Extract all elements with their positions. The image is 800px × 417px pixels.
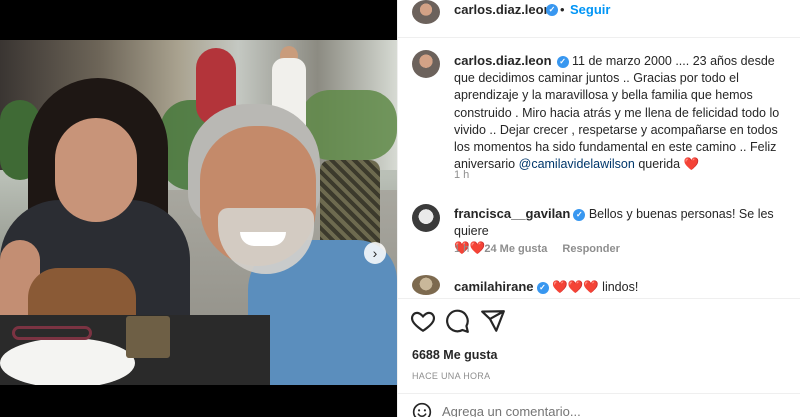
chevron-right-icon[interactable]: › — [364, 242, 386, 264]
caption-after-mention: querida — [638, 157, 681, 172]
comment-username[interactable]: francisca__gavilan — [454, 206, 570, 221]
plate — [0, 338, 135, 385]
post-header: carlos.diaz.leon ✓ • Seguir — [398, 0, 800, 38]
avatar[interactable] — [412, 50, 440, 78]
avatar[interactable] — [412, 275, 440, 295]
post-timestamp[interactable]: HACE UNA HORA — [412, 371, 490, 381]
comment-likes[interactable]: 24 Me gusta — [484, 243, 547, 255]
emoji-icon[interactable] — [412, 402, 432, 417]
comment-icon[interactable] — [444, 308, 470, 334]
comment-text: lindos! — [602, 280, 639, 294]
comment-username[interactable]: camilahirane — [454, 279, 534, 294]
heart-emoji: ❤️❤️❤️ — [551, 280, 599, 294]
post-caption: carlos.diaz.leon ✓ 11 de marzo 2000 .... … — [454, 52, 796, 173]
divider — [398, 298, 800, 299]
post-media: › — [0, 0, 397, 417]
comment-timestamp[interactable]: 1 h — [454, 243, 469, 255]
avatar[interactable] — [412, 0, 440, 24]
menu-card — [126, 316, 170, 358]
likes-count[interactable]: 6688 Me gusta — [412, 348, 497, 362]
author-username[interactable]: carlos.diaz.leon — [454, 2, 552, 17]
caption-timestamp[interactable]: 1 h — [454, 169, 469, 181]
comment-meta: 1 h 24 Me gusta Responder — [454, 243, 632, 255]
verified-icon: ✓ — [573, 208, 586, 221]
follow-button[interactable]: Seguir — [570, 2, 610, 17]
separator-dot: • — [560, 2, 565, 17]
woman-face — [55, 118, 137, 222]
caption-text: 11 de marzo 2000 .... 23 años desde que … — [454, 54, 780, 172]
comment-input[interactable] — [442, 402, 742, 417]
sunglasses — [12, 326, 92, 340]
avatar[interactable] — [412, 204, 440, 232]
verified-icon: ✓ — [536, 281, 549, 294]
comment: camilahirane ✓ ❤️❤️❤️ lindos! — [454, 279, 794, 295]
add-comment-bar — [398, 393, 800, 417]
verified-icon: ✓ — [556, 55, 569, 68]
post-photo[interactable]: › — [0, 40, 397, 385]
heart-icon[interactable] — [410, 308, 436, 334]
caption-mention[interactable]: @camilavidelawilson — [519, 157, 635, 171]
heart-emoji: ❤️ — [683, 157, 700, 172]
reply-button[interactable]: Responder — [562, 243, 619, 255]
caption-username[interactable]: carlos.diaz.leon — [454, 53, 552, 68]
verified-icon: ✓ — [546, 4, 558, 16]
post-panel: carlos.diaz.leon ✓ • Seguir carlos.diaz.… — [397, 0, 800, 417]
share-icon[interactable] — [480, 308, 506, 334]
man-smile — [240, 232, 286, 246]
